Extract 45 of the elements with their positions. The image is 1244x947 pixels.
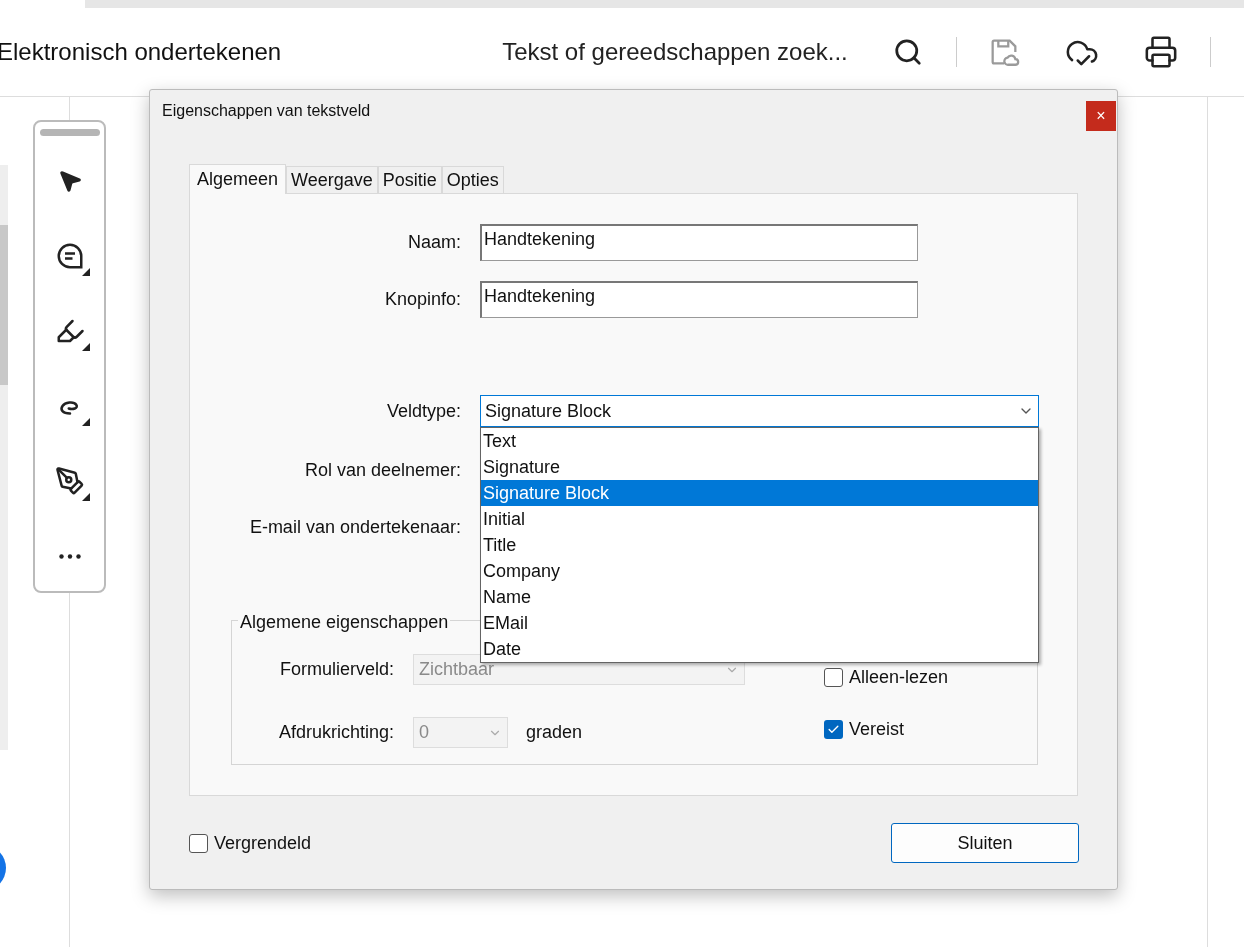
field-label: Afdrukrichting: bbox=[277, 721, 394, 744]
tab[interactable]: Positie bbox=[377, 166, 442, 193]
comment-icon bbox=[54, 241, 85, 271]
checkbox[interactable] bbox=[824, 668, 843, 687]
tab[interactable]: Algemeen bbox=[189, 164, 287, 194]
checkbox-label: Vergrendeld bbox=[214, 831, 312, 855]
tab[interactable]: Weergave bbox=[286, 166, 378, 193]
text-field[interactable]: Handtekening bbox=[480, 281, 918, 318]
close-dialog-button[interactable]: Sluiten bbox=[891, 823, 1079, 863]
check-icon bbox=[827, 723, 840, 736]
checkbox[interactable] bbox=[189, 833, 208, 853]
field-label: E-mail van ondertekenaar: bbox=[248, 515, 461, 539]
field-label: Knopinfo: bbox=[383, 288, 461, 311]
dropdown-option[interactable]: Name bbox=[481, 584, 1038, 610]
close-button[interactable]: × bbox=[1086, 100, 1116, 131]
search-field[interactable]: Tekst of gereedschappen zoek... bbox=[502, 34, 883, 70]
checkbox-label: Vereist bbox=[849, 718, 905, 741]
dropdown-corner-icon bbox=[81, 268, 90, 276]
tab[interactable]: Opties bbox=[441, 166, 504, 193]
drag-handle[interactable] bbox=[39, 129, 100, 136]
dropdown-option[interactable]: Signature bbox=[481, 454, 1038, 480]
dropdown-corner-icon bbox=[81, 343, 90, 351]
more-icon bbox=[58, 553, 81, 559]
dropdown-corner-icon bbox=[81, 418, 90, 426]
dropdown-select[interactable]: Signature Block bbox=[480, 395, 1039, 427]
field-label: Naam: bbox=[407, 231, 461, 254]
field-label: Rol van deelnemer: bbox=[303, 458, 461, 482]
dialog-title: Eigenschappen van tekstveld bbox=[162, 100, 371, 121]
dropdown-option[interactable]: Signature Block bbox=[481, 480, 1038, 506]
print-icon bbox=[1144, 35, 1179, 69]
field-label: Formulierveld: bbox=[278, 658, 394, 681]
pen-icon bbox=[54, 466, 85, 496]
search-icon bbox=[893, 37, 924, 67]
dropdown-option[interactable]: Text bbox=[481, 428, 1038, 454]
dropdown-option[interactable]: Title bbox=[481, 532, 1038, 558]
text-field[interactable]: Handtekening bbox=[480, 224, 918, 261]
field-label: Veldtype: bbox=[385, 399, 461, 423]
scrollbar-thumb[interactable] bbox=[0, 225, 8, 385]
checkbox-label: Alleen-lezen bbox=[849, 666, 949, 689]
dropdown-option[interactable]: Initial bbox=[481, 506, 1038, 532]
checkbox[interactable] bbox=[824, 720, 843, 739]
unit-label: graden bbox=[526, 721, 583, 744]
dropdown-corner-icon bbox=[81, 493, 90, 501]
dropdown-option[interactable]: Company bbox=[481, 558, 1038, 584]
dropdown-option[interactable]: EMail bbox=[481, 610, 1038, 636]
